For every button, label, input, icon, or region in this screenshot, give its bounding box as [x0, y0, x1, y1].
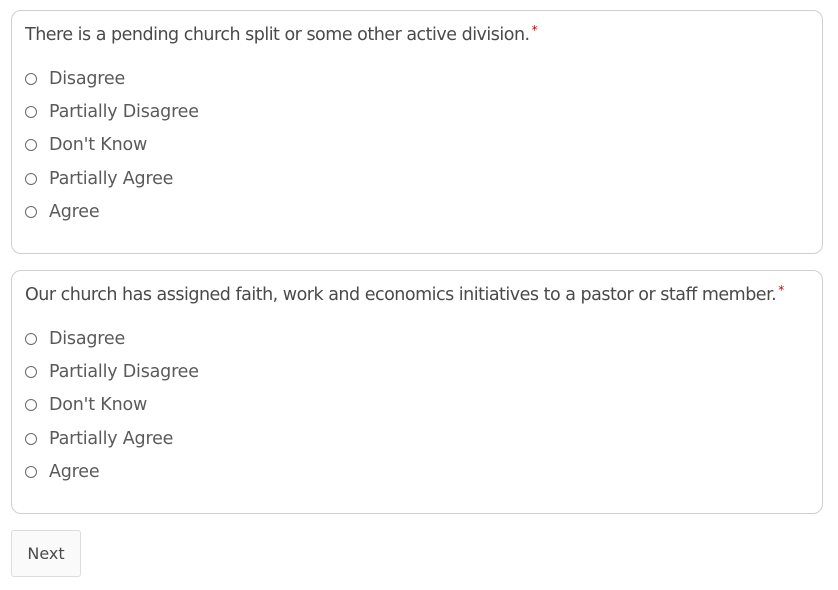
radio-button-icon[interactable] — [25, 172, 37, 185]
option-partially-disagree[interactable]: Partially Disagree — [25, 355, 199, 388]
option-list: Disagree Partially Disagree Don't Know P… — [25, 62, 199, 228]
radio-button-icon[interactable] — [25, 72, 37, 85]
radio-button-icon[interactable] — [25, 139, 37, 152]
required-asterisk: * — [531, 23, 538, 37]
radio-button-icon[interactable] — [25, 205, 37, 218]
required-asterisk: * — [778, 283, 784, 297]
option-partially-disagree[interactable]: Partially Disagree — [25, 95, 199, 128]
option-label: Agree — [49, 461, 100, 482]
question-text: Our church has assigned faith, work and … — [25, 283, 784, 305]
next-button[interactable]: Next — [11, 530, 81, 577]
option-disagree[interactable]: Disagree — [25, 62, 199, 95]
radio-button-icon[interactable] — [25, 399, 37, 412]
option-partially-agree[interactable]: Partially Agree — [25, 162, 199, 195]
option-label: Disagree — [49, 68, 126, 89]
question-card-2: Our church has assigned faith, work and … — [11, 270, 823, 514]
option-label: Agree — [49, 201, 100, 222]
radio-button-icon[interactable] — [25, 465, 37, 478]
radio-button-icon[interactable] — [25, 432, 37, 445]
option-label: Don't Know — [49, 395, 148, 416]
option-dont-know[interactable]: Don't Know — [25, 389, 199, 422]
option-agree[interactable]: Agree — [25, 455, 199, 488]
radio-button-icon[interactable] — [25, 105, 37, 118]
option-dont-know[interactable]: Don't Know — [25, 129, 199, 162]
question-text: There is a pending church split or some … — [25, 23, 538, 45]
option-partially-agree[interactable]: Partially Agree — [25, 422, 199, 455]
option-disagree[interactable]: Disagree — [25, 322, 199, 355]
option-list: Disagree Partially Disagree Don't Know P… — [25, 322, 199, 488]
option-label: Partially Agree — [49, 168, 174, 189]
option-label: Partially Disagree — [49, 361, 199, 382]
question-card-1: There is a pending church split or some … — [11, 10, 823, 254]
radio-button-icon[interactable] — [25, 332, 37, 345]
option-label: Partially Agree — [49, 428, 174, 449]
option-label: Disagree — [49, 328, 126, 349]
option-label: Partially Disagree — [49, 101, 199, 122]
option-label: Don't Know — [49, 135, 148, 156]
option-agree[interactable]: Agree — [25, 195, 199, 228]
radio-button-icon[interactable] — [25, 365, 37, 378]
